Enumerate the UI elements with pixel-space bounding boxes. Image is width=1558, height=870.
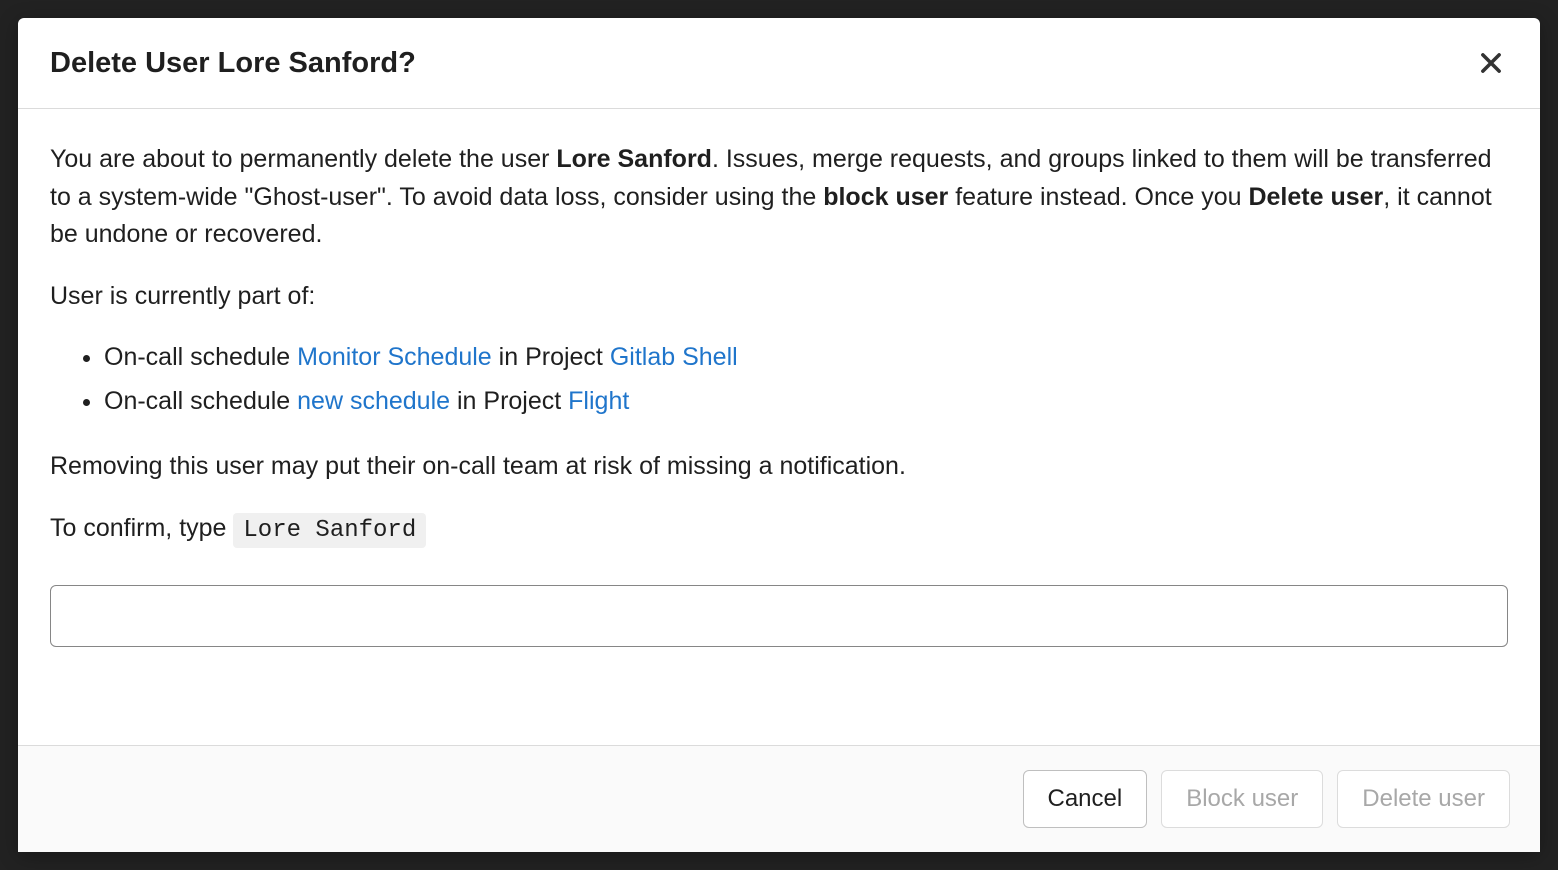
schedule-link[interactable]: Monitor Schedule [297, 343, 492, 371]
membership-mid: in Project [450, 387, 568, 415]
delete-user-modal: Delete User Lore Sanford? You are about … [18, 18, 1540, 852]
project-link[interactable]: Gitlab Shell [610, 343, 738, 371]
modal-footer: Cancel Block user Delete user [18, 745, 1540, 852]
confirm-line: To confirm, type Lore Sanford [50, 510, 1508, 549]
schedule-link[interactable]: new schedule [297, 387, 450, 415]
block-user-button[interactable]: Block user [1161, 770, 1323, 828]
warning-intro: You are about to permanently delete the … [50, 145, 556, 173]
modal-title: Delete User Lore Sanford? [50, 47, 416, 80]
close-icon [1478, 50, 1504, 76]
membership-mid: in Project [492, 343, 610, 371]
warning-instead: feature instead. Once you [948, 183, 1248, 211]
warning-block-bold: block user [823, 183, 948, 211]
cancel-button[interactable]: Cancel [1023, 770, 1148, 828]
risk-notice: Removing this user may put their on-call… [50, 448, 1508, 486]
warning-username: Lore Sanford [556, 145, 712, 173]
confirm-input[interactable] [50, 585, 1508, 647]
confirm-prefix: To confirm, type [50, 514, 233, 542]
membership-intro: User is currently part of: [50, 278, 1508, 316]
list-item: On-call schedule new schedule in Project… [104, 383, 1508, 421]
confirm-value-code: Lore Sanford [233, 513, 426, 548]
warning-delete-bold: Delete user [1248, 183, 1383, 211]
modal-header: Delete User Lore Sanford? [18, 18, 1540, 109]
close-button[interactable] [1474, 46, 1508, 80]
warning-paragraph: You are about to permanently delete the … [50, 141, 1508, 254]
list-item: On-call schedule Monitor Schedule in Pro… [104, 339, 1508, 377]
delete-user-button[interactable]: Delete user [1337, 770, 1510, 828]
membership-list: On-call schedule Monitor Schedule in Pro… [50, 339, 1508, 420]
membership-prefix: On-call schedule [104, 343, 297, 371]
membership-prefix: On-call schedule [104, 387, 297, 415]
project-link[interactable]: Flight [568, 387, 629, 415]
modal-body: You are about to permanently delete the … [18, 109, 1540, 745]
